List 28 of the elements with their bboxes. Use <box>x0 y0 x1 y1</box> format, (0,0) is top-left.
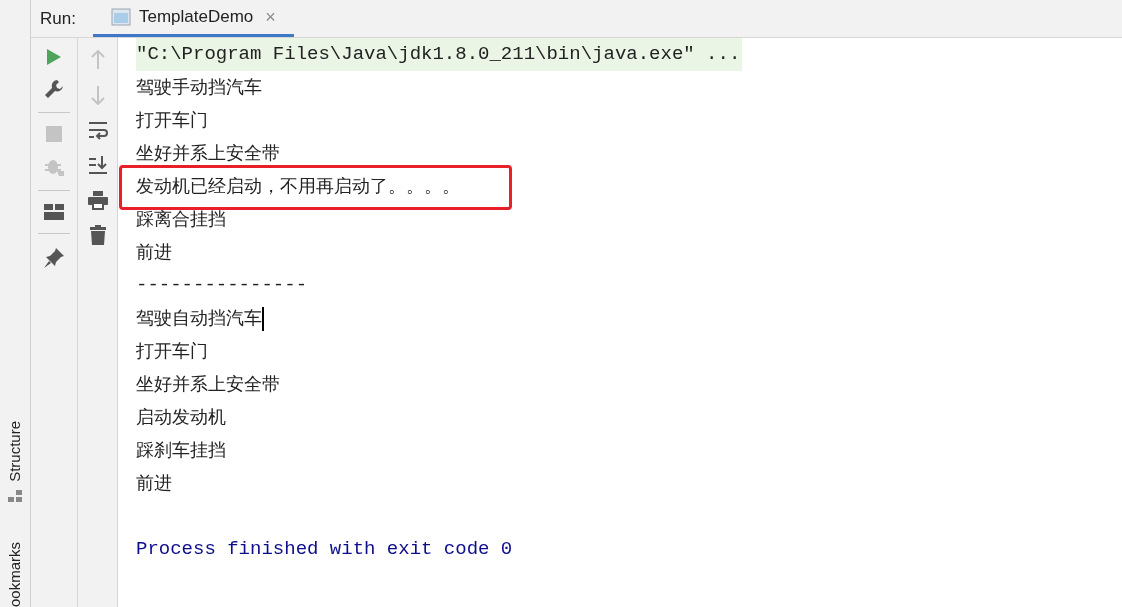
soft-wrap-icon[interactable] <box>87 120 108 140</box>
pin-icon[interactable] <box>43 247 65 269</box>
console-line: --------------- <box>136 273 308 299</box>
console-line: 打开车门 <box>136 109 208 132</box>
console-line: 启动发动机 <box>136 406 226 429</box>
tab-title: TemplateDemo <box>138 6 254 29</box>
run-label: Run: <box>40 7 76 30</box>
console-line: 前进 <box>136 241 172 264</box>
console-line: 打开车门 <box>136 340 208 363</box>
console-line: 前进 <box>136 472 172 495</box>
console-line: 驾驶自动挡汽车 <box>136 307 262 330</box>
wrench-icon[interactable] <box>44 79 64 99</box>
scroll-to-end-icon[interactable] <box>87 155 108 175</box>
trash-icon[interactable] <box>89 225 106 245</box>
structure-icon <box>8 489 22 502</box>
exit-message: Process finished with exit code 0 <box>136 537 513 563</box>
layout-icon[interactable] <box>44 204 64 220</box>
tool-window-tab[interactable]: ookmarks <box>3 541 27 607</box>
window-icon <box>110 8 131 26</box>
console-line: 驾驶手动挡汽车 <box>136 76 262 99</box>
console-line: 发动机已经启动，不用再启动了。。。。 <box>136 175 460 198</box>
console-line: 踩刹车挂挡 <box>136 439 226 462</box>
print-icon[interactable] <box>87 190 108 210</box>
console-line: 踩离合挂挡 <box>136 208 226 231</box>
console-line: 坐好并系上安全带 <box>136 142 280 165</box>
tool-window-tab[interactable]: Structure <box>3 421 27 482</box>
console-line: 坐好并系上安全带 <box>136 373 280 396</box>
run-icon[interactable] <box>46 48 62 66</box>
